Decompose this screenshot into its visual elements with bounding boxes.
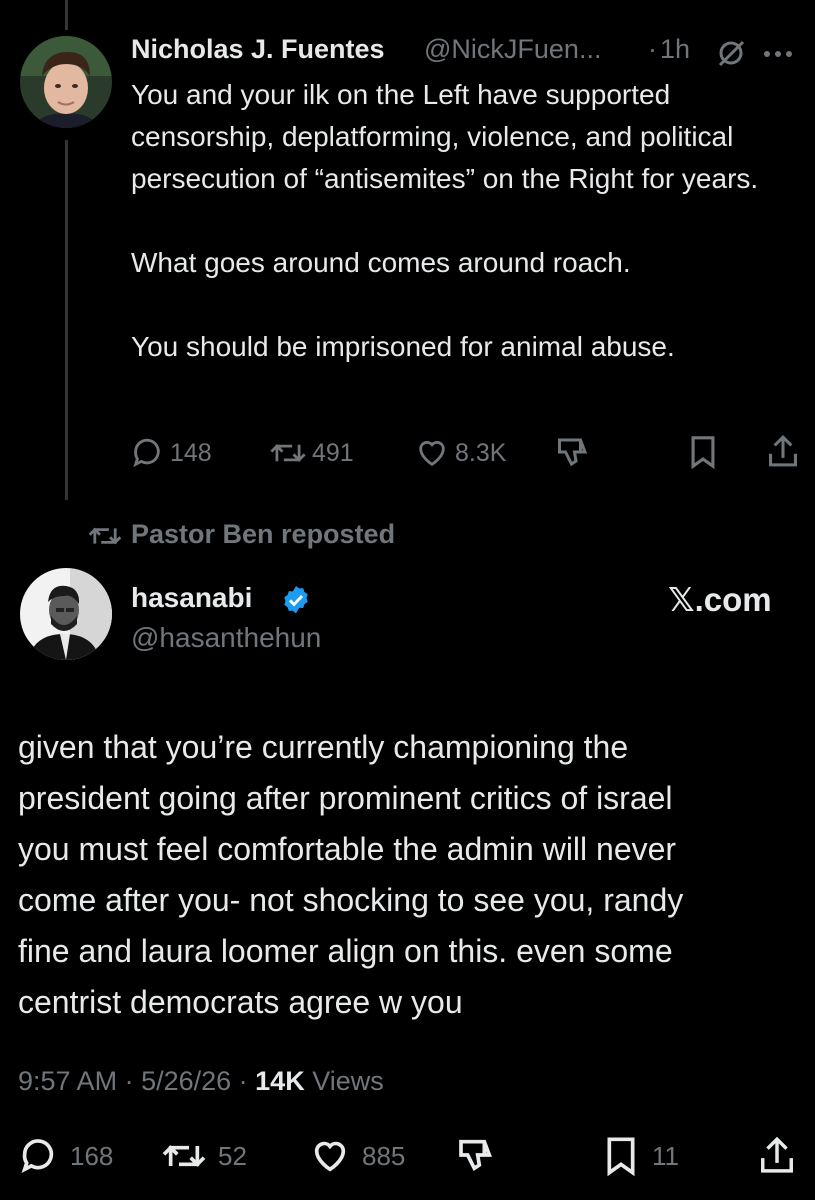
- like-button[interactable]: 885: [310, 1136, 405, 1176]
- post-actions: 168 52 885 11: [18, 1134, 798, 1178]
- bookmark-icon: [691, 436, 715, 469]
- share-icon: [769, 434, 797, 467]
- repost-count: 491: [312, 438, 354, 467]
- meta-separator: ·: [648, 34, 657, 64]
- bookmark-button[interactable]: 11: [604, 1136, 679, 1176]
- like-button[interactable]: 8.3K: [415, 436, 506, 470]
- like-count: 885: [362, 1140, 406, 1171]
- post-text: given that you’re currently championing …: [18, 722, 808, 1028]
- post-time[interactable]: 1h: [660, 34, 690, 65]
- author-handle[interactable]: @NickJFuen...: [424, 34, 601, 65]
- meta-separator: ·: [231, 1066, 256, 1096]
- post-paragraph: You and your ilk on the Left have suppor…: [131, 79, 759, 194]
- repost-icon: [162, 1145, 206, 1167]
- reply-button[interactable]: 148: [130, 436, 212, 470]
- verified-badge-icon: [280, 584, 312, 621]
- author-handle[interactable]: @hasanthehun: [131, 622, 321, 654]
- share-button[interactable]: [758, 1134, 796, 1176]
- bookmark-count: 11: [652, 1140, 679, 1171]
- avatar-fuentes[interactable]: [20, 36, 112, 128]
- thread-line: [65, 140, 68, 500]
- grok-icon[interactable]: [716, 38, 746, 73]
- repost-icon: [86, 522, 124, 555]
- brand-watermark: 𝕏.com: [668, 581, 772, 618]
- reply-icon: [133, 438, 160, 468]
- post-line: centrist democrats agree w you: [18, 984, 463, 1020]
- share-icon: [761, 1136, 793, 1173]
- post-meta: 9:57 AM · 5/26/26 · 14K Views: [18, 1066, 384, 1097]
- reply-count: 168: [70, 1140, 114, 1171]
- repost-banner-text[interactable]: Pastor Ben reposted: [131, 519, 395, 550]
- dislike-button[interactable]: [555, 434, 591, 470]
- thumbs-down-icon: [558, 438, 588, 467]
- bookmark-icon: [607, 1137, 635, 1176]
- repost-button[interactable]: 491: [270, 436, 354, 470]
- repost-count: 52: [218, 1140, 247, 1171]
- reply-icon: [21, 1139, 54, 1174]
- reply-button[interactable]: 168: [18, 1136, 113, 1176]
- post-time[interactable]: 9:57 AM: [18, 1066, 117, 1096]
- author-name[interactable]: hasanabi: [131, 582, 252, 614]
- more-icon[interactable]: [762, 46, 794, 64]
- heart-icon: [419, 441, 445, 467]
- reply-count: 148: [170, 438, 212, 467]
- views-count[interactable]: 14K: [255, 1066, 305, 1096]
- post-date[interactable]: 5/26/26: [141, 1066, 231, 1096]
- avatar-hasanabi[interactable]: [20, 568, 112, 660]
- post-actions: 148 491 8.3K: [130, 430, 800, 474]
- post-text: You and your ilk on the Left have suppor…: [131, 74, 791, 368]
- thread-line-top: [65, 0, 68, 30]
- author-name[interactable]: Nicholas J. Fuentes: [131, 34, 385, 65]
- bookmark-button[interactable]: [688, 435, 718, 469]
- share-button[interactable]: [766, 433, 800, 469]
- dislike-button[interactable]: [456, 1134, 496, 1176]
- post-line: fine and laura loomer align on this. eve…: [18, 933, 673, 969]
- post-line: president going after prominent critics …: [18, 780, 673, 816]
- thumbs-down-icon: [459, 1139, 492, 1172]
- repost-button[interactable]: 52: [162, 1136, 247, 1176]
- meta-separator: ·: [117, 1066, 142, 1096]
- post-paragraph: What goes around comes around roach.: [131, 247, 631, 278]
- heart-icon: [314, 1141, 346, 1172]
- post-line: come after you- not shocking to see you,…: [18, 882, 684, 918]
- repost-icon: [270, 444, 306, 462]
- post-line: you must feel comfortable the admin will…: [18, 831, 677, 867]
- post-line: given that you’re currently championing …: [18, 729, 629, 765]
- post-paragraph: You should be imprisoned for animal abus…: [131, 331, 675, 362]
- views-label: Views: [312, 1066, 384, 1096]
- like-count: 8.3K: [455, 438, 507, 467]
